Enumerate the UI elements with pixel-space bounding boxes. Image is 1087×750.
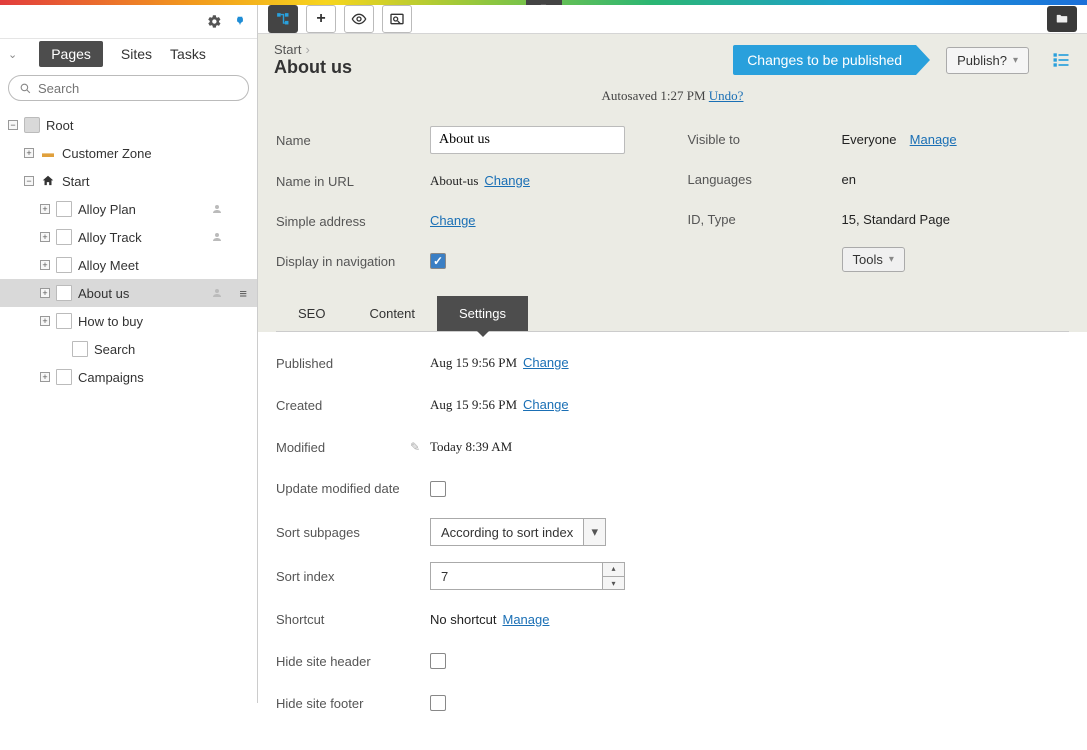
main-area: + Start› About us Changes to be publishe… <box>258 5 1087 703</box>
tree-label: Alloy Plan <box>78 202 136 217</box>
tree-item[interactable]: − Root <box>0 111 257 139</box>
pin-small-icon: ✎ <box>410 440 420 454</box>
autosave-status: Autosaved 1:27 PM Undo? <box>258 82 1087 114</box>
tree-item[interactable]: + How to buy <box>0 307 257 335</box>
name-input[interactable] <box>430 126 625 154</box>
label-simple: Simple address <box>276 214 430 229</box>
search-input[interactable] <box>38 81 238 96</box>
tools-button[interactable]: Tools▾ <box>842 247 905 272</box>
tree-item[interactable]: + Alloy Meet <box>0 251 257 279</box>
sidebar: ⌄ Pages Sites Tasks − Root +▬Customer Zone… <box>0 5 258 703</box>
tree-toggle[interactable]: + <box>40 316 50 326</box>
tree-item[interactable]: +▬Customer Zone <box>0 139 257 167</box>
assets-button[interactable] <box>1047 6 1077 32</box>
label-hide-footer: Hide site footer <box>276 696 430 711</box>
nav-checkbox[interactable]: ✓ <box>430 253 446 269</box>
pin-icon[interactable] <box>229 11 251 33</box>
tree-item[interactable]: Search <box>0 335 257 363</box>
tree-label: How to buy <box>78 314 143 329</box>
status-badge: Changes to be published <box>733 45 916 75</box>
label-hide-header: Hide site header <box>276 654 430 669</box>
tree-toggle[interactable]: + <box>40 232 50 242</box>
person-icon <box>211 231 223 243</box>
label-name: Name <box>276 133 430 148</box>
visible-manage-link[interactable]: Manage <box>910 132 957 147</box>
label-visible: Visible to <box>688 132 842 147</box>
shortcut-manage[interactable]: Manage <box>502 612 549 627</box>
hide-header-checkbox[interactable] <box>430 653 446 669</box>
publish-button[interactable]: Publish?▾ <box>946 47 1029 74</box>
tree-toggle[interactable]: − <box>8 120 18 130</box>
tree-label: Campaigns <box>78 370 144 385</box>
label-modified: Modified✎ <box>276 440 430 455</box>
tab-tasks[interactable]: Tasks <box>170 46 206 62</box>
sort-select[interactable]: According to sort index ▾ <box>430 518 606 546</box>
chevron-down-icon[interactable]: ⌄ <box>8 48 17 61</box>
tree-label: Search <box>94 342 135 357</box>
tree-item[interactable]: + Campaigns <box>0 363 257 391</box>
label-published: Published <box>276 356 430 371</box>
tree-label: About us <box>78 286 129 301</box>
tab-content[interactable]: Content <box>347 296 437 331</box>
person-icon <box>211 287 223 299</box>
tree-label: Alloy Track <box>78 230 142 245</box>
preview-button[interactable] <box>344 5 374 33</box>
content-tabs: SEO Content Settings <box>276 296 1069 332</box>
update-checkbox[interactable] <box>430 481 446 497</box>
created-change[interactable]: Change <box>523 397 569 412</box>
label-nav: Display in navigation <box>276 254 430 269</box>
page-tree: − Root +▬Customer Zone − Start + Alloy Plan + Al… <box>0 107 257 395</box>
tree-item[interactable]: − Start <box>0 167 257 195</box>
simple-change-link[interactable]: Change <box>430 213 476 228</box>
options-list-icon[interactable] <box>1051 50 1071 70</box>
undo-link[interactable]: Undo? <box>709 88 744 103</box>
search-input-wrap <box>8 75 249 101</box>
tree-toggle[interactable]: − <box>24 176 34 186</box>
tree-label: Root <box>46 118 73 133</box>
label-index: Sort index <box>276 569 430 584</box>
tab-seo[interactable]: SEO <box>276 296 347 331</box>
breadcrumb: Start› About us <box>274 42 723 78</box>
label-update-modified: Update modified date <box>276 481 430 498</box>
person-icon <box>211 203 223 215</box>
add-button[interactable]: + <box>306 5 336 33</box>
tree-label: Start <box>62 174 89 189</box>
tab-pages[interactable]: Pages <box>39 41 103 67</box>
tree-toggle[interactable]: + <box>40 372 50 382</box>
tree-toggle[interactable]: + <box>24 148 34 158</box>
sidebar-tabs: ⌄ Pages Sites Tasks <box>0 39 257 69</box>
tree-item[interactable]: + Alloy Track <box>0 223 257 251</box>
context-menu-icon[interactable]: ≡ <box>239 286 247 301</box>
hide-footer-checkbox[interactable] <box>430 695 446 711</box>
label-created: Created <box>276 398 430 413</box>
tab-settings[interactable]: Settings <box>437 296 528 331</box>
label-lang: Languages <box>688 172 842 187</box>
url-change-link[interactable]: Change <box>484 173 530 188</box>
published-change[interactable]: Change <box>523 355 569 370</box>
tree-toggle[interactable]: + <box>40 288 50 298</box>
tree-label: Alloy Meet <box>78 258 139 273</box>
search-icon <box>19 82 32 95</box>
label-id: ID, Type <box>688 212 842 227</box>
tree-toggle[interactable]: + <box>40 204 50 214</box>
gear-icon[interactable] <box>203 11 225 33</box>
tree-label: Customer Zone <box>62 146 152 161</box>
page-title: About us <box>274 57 723 78</box>
breadcrumb-parent[interactable]: Start <box>274 42 301 57</box>
tree-item[interactable]: + Alloy Plan <box>0 195 257 223</box>
tree-toggle[interactable]: + <box>40 260 50 270</box>
label-url: Name in URL <box>276 174 430 189</box>
structure-icon[interactable] <box>268 5 298 33</box>
label-shortcut: Shortcut <box>276 612 430 627</box>
tree-item[interactable]: + About us ≡ <box>0 279 257 307</box>
view-button[interactable] <box>382 5 412 33</box>
label-sort: Sort subpages <box>276 525 430 540</box>
tab-sites[interactable]: Sites <box>121 46 152 62</box>
index-spinner[interactable]: 7 ▴▾ <box>430 562 625 590</box>
